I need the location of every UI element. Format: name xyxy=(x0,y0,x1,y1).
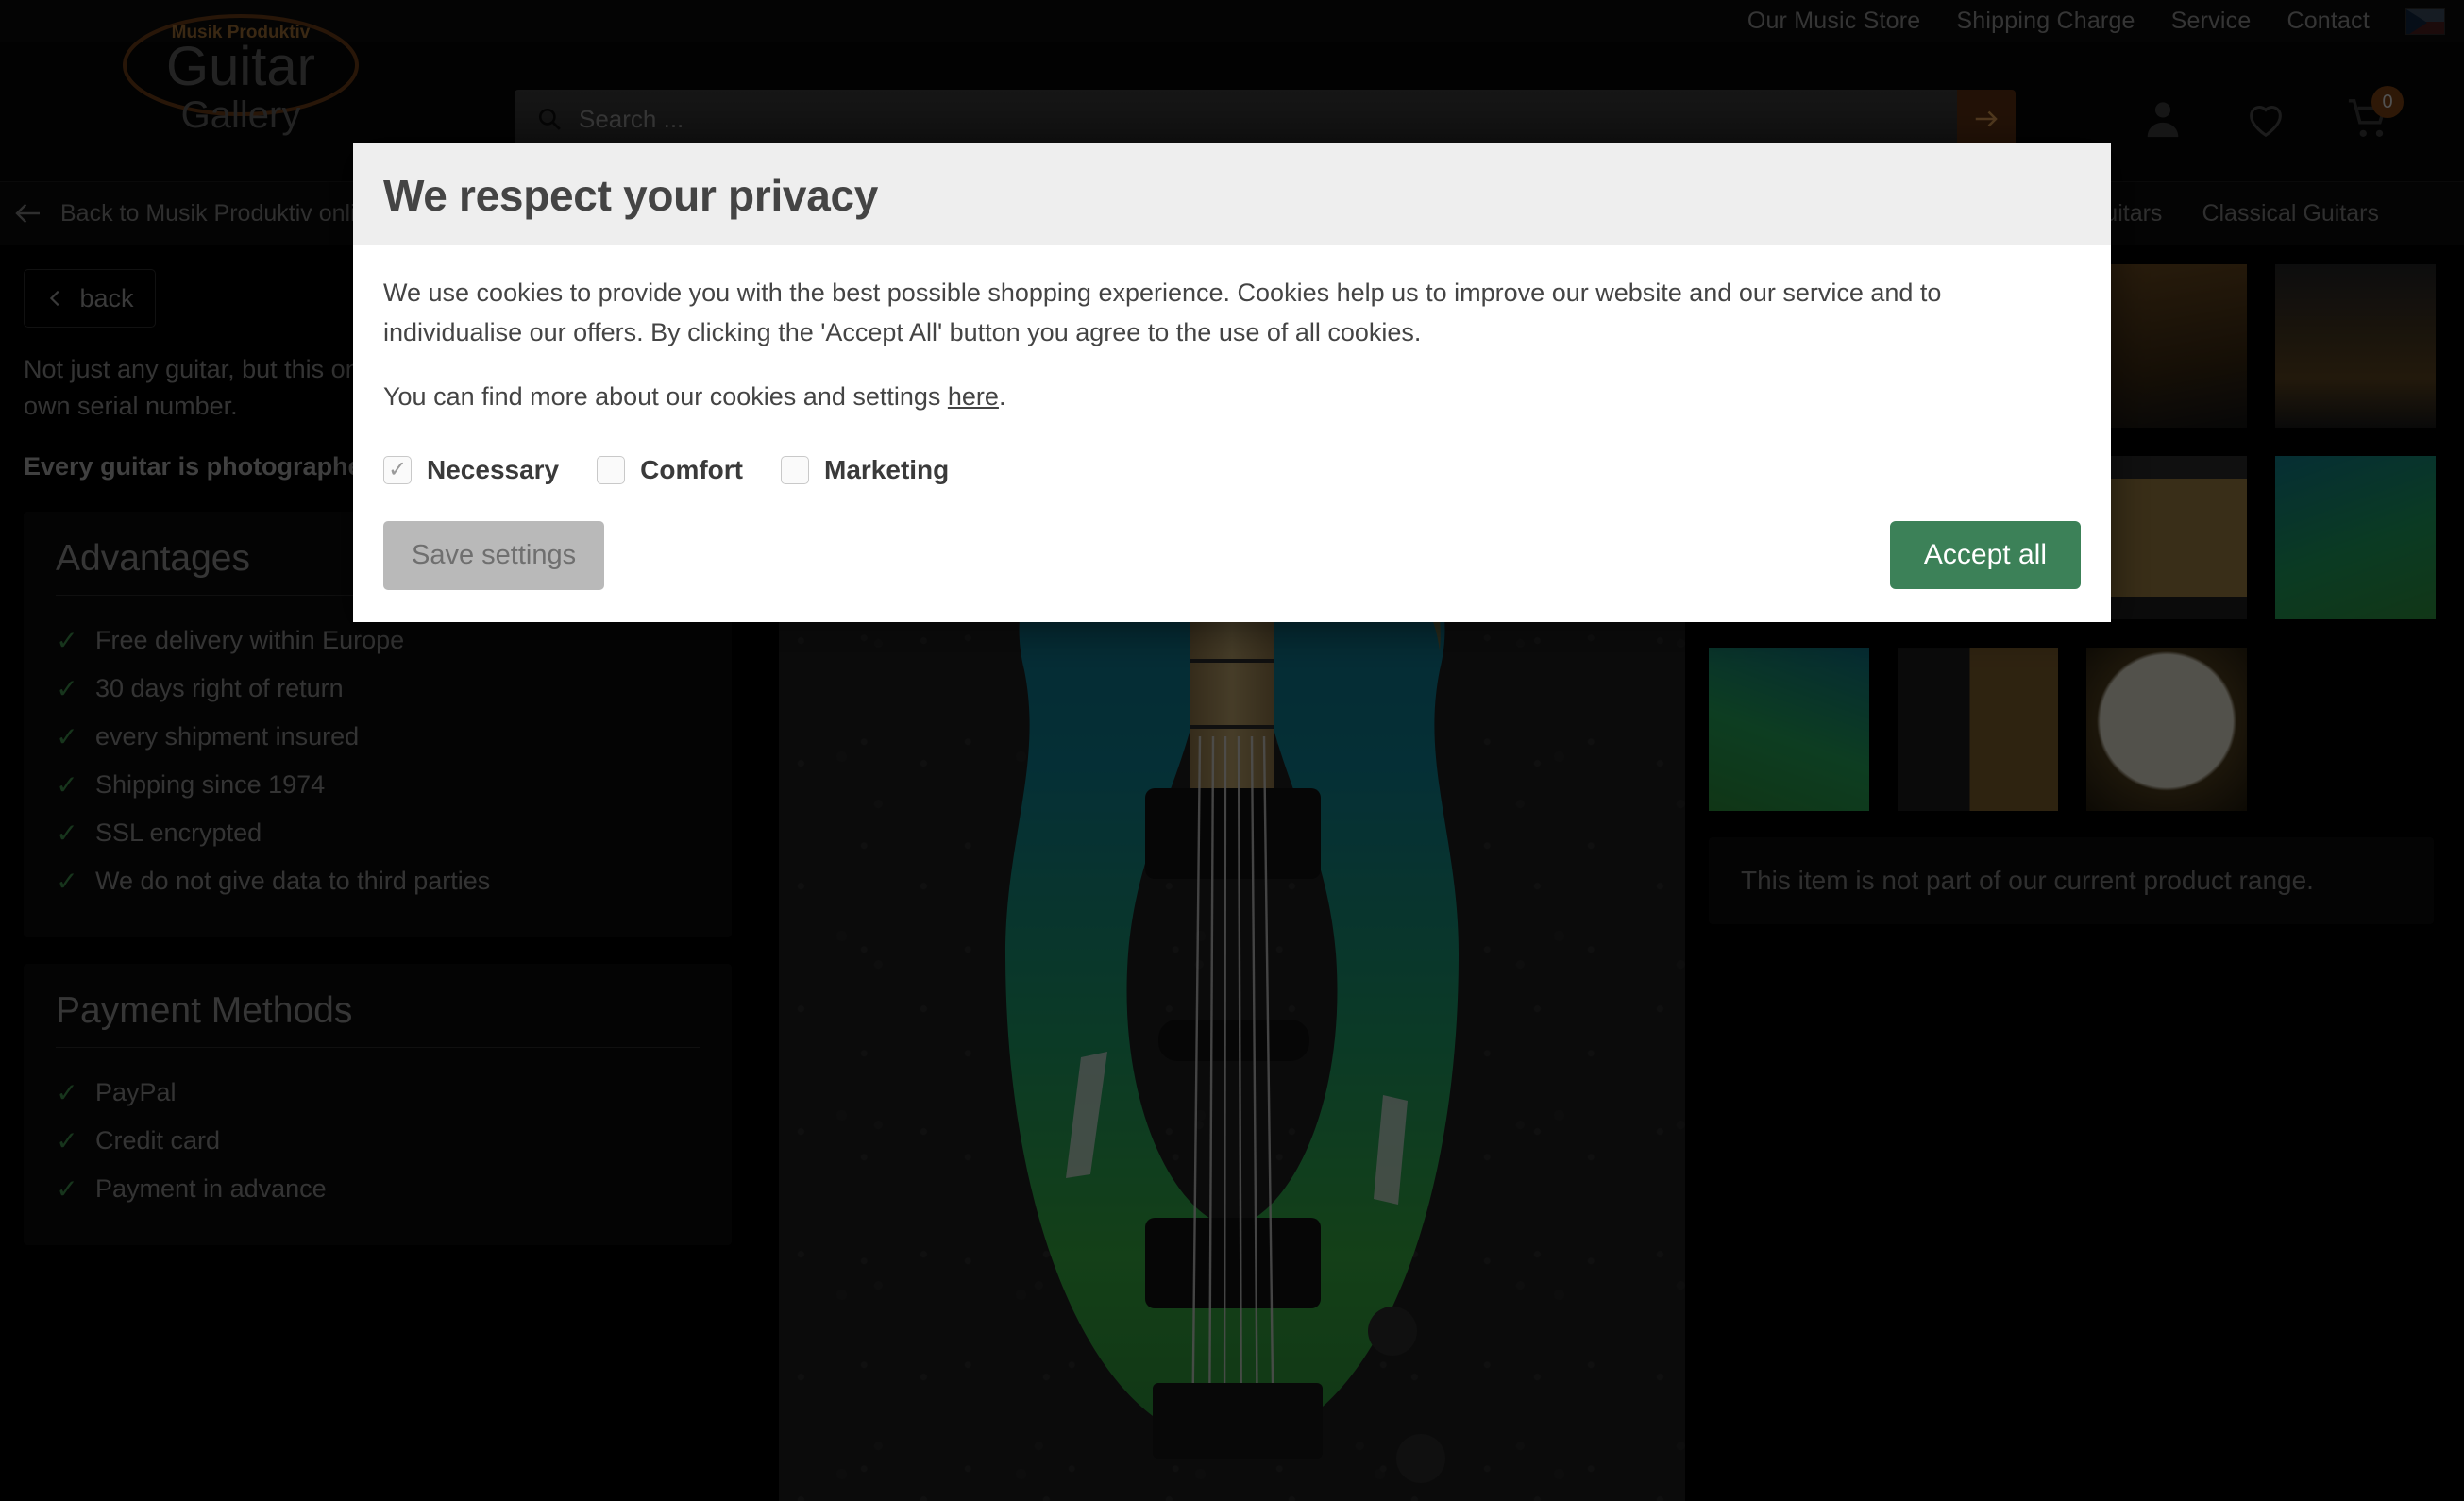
payment-methods-list: ✓ PayPal ✓ Credit card ✓ Payment in advance xyxy=(56,1069,700,1213)
svg-text:Gallery: Gallery xyxy=(181,94,301,136)
thumbnail-3[interactable] xyxy=(2275,264,2436,428)
cookie-dialog-header: We respect your privacy xyxy=(353,143,2111,245)
list-item: ✓ We do not give data to third parties xyxy=(56,857,700,905)
list-item: ✓ Payment in advance xyxy=(56,1165,700,1213)
list-item: ✓ SSL encrypted xyxy=(56,809,700,857)
tab-classical-guitars[interactable]: Classical Guitars xyxy=(2202,200,2379,228)
guitar-gallery-logo[interactable]: Musik Produktiv Guitar Gallery xyxy=(99,7,382,172)
heart-icon[interactable] xyxy=(2244,97,2287,141)
list-item: ✓ Free delivery within Europe xyxy=(56,616,700,665)
thumbnail-6[interactable] xyxy=(2275,456,2436,619)
cookie-consent-dialog: We respect your privacy We use cookies t… xyxy=(353,143,2111,622)
advantage-label: every shipment insured xyxy=(95,722,360,751)
cookie-settings-link[interactable]: here xyxy=(948,382,999,411)
user-icon[interactable] xyxy=(2141,97,2185,141)
checkbox-necessary[interactable]: ✓ xyxy=(383,455,412,484)
accept-all-button[interactable]: Accept all xyxy=(1889,521,2081,590)
cookie-category-options: ✓ Necessary Comfort Marketing xyxy=(383,455,2081,485)
chevron-left-icon xyxy=(50,290,59,307)
product-availability-notice: This item is not part of our current pro… xyxy=(1709,837,2434,924)
list-item: ✓ Shipping since 1974 xyxy=(56,761,700,809)
topbar-link-our-music-store[interactable]: Our Music Store xyxy=(1747,8,1921,35)
advantage-label: We do not give data to third parties xyxy=(95,867,491,896)
payment-label: Payment in advance xyxy=(95,1174,327,1204)
cookie-paragraph-1: We use cookies to provide you with the b… xyxy=(383,278,1942,346)
cookie-dialog-body: We use cookies to provide you with the b… xyxy=(353,245,2111,622)
advantage-label: 30 days right of return xyxy=(95,674,344,703)
check-icon: ✓ xyxy=(56,770,78,801)
cookie-paragraph-2: You can find more about our cookies and … xyxy=(383,378,2081,417)
search-input[interactable] xyxy=(579,104,1957,134)
advantage-label: Free delivery within Europe xyxy=(95,626,405,655)
check-icon: ✓ xyxy=(56,1078,78,1108)
check-icon: ✓ xyxy=(56,626,78,656)
cookie-dialog-actions: Save settings Accept all xyxy=(383,520,2081,590)
cookie-option-comfort[interactable]: Comfort xyxy=(597,455,743,485)
czech-flag-icon[interactable] xyxy=(2405,8,2445,35)
arrow-left-icon xyxy=(15,203,40,224)
cookie-paragraph-2-post: . xyxy=(998,381,1006,411)
page-root: Our Music Store Shipping Charge Service … xyxy=(0,0,2464,1501)
advantage-label: SSL encrypted xyxy=(95,818,262,848)
cookie-option-label: Marketing xyxy=(824,454,950,484)
check-icon: ✓ xyxy=(56,722,78,752)
header-icon-group: 0 xyxy=(2141,86,2404,141)
payment-methods-panel: Payment Methods ✓ PayPal ✓ Credit card ✓ Pa… xyxy=(24,964,732,1246)
cookie-paragraph-2-pre: You can find more about our cookies and … xyxy=(383,381,948,411)
search-bar xyxy=(515,90,2016,148)
list-item: ✓ 30 days right of return xyxy=(56,665,700,713)
advantage-label: Shipping since 1974 xyxy=(95,770,326,800)
cookie-option-marketing[interactable]: Marketing xyxy=(781,455,949,485)
check-icon: ✓ xyxy=(56,818,78,849)
cookie-option-necessary[interactable]: ✓ Necessary xyxy=(383,455,559,485)
search-field-wrapper[interactable] xyxy=(515,90,1957,148)
svg-text:Guitar: Guitar xyxy=(166,36,315,97)
payment-label: PayPal xyxy=(95,1078,177,1107)
checkbox-comfort[interactable] xyxy=(597,455,626,484)
thumbnail-9[interactable] xyxy=(2086,648,2247,811)
cookie-option-label: Comfort xyxy=(640,454,743,484)
payment-methods-title: Payment Methods xyxy=(56,990,700,1049)
thumbnail-7[interactable] xyxy=(1709,648,1869,811)
check-icon: ✓ xyxy=(56,1174,78,1205)
check-icon: ✓ xyxy=(56,867,78,897)
topbar-link-service[interactable]: Service xyxy=(2171,8,2252,35)
check-icon: ✓ xyxy=(56,674,78,704)
payment-label: Credit card xyxy=(95,1126,221,1155)
advantages-list: ✓ Free delivery within Europe ✓ 30 days ri… xyxy=(56,616,700,905)
cookie-option-label: Necessary xyxy=(427,454,560,484)
cart-count-badge: 0 xyxy=(2371,86,2404,118)
list-item: ✓ Credit card xyxy=(56,1117,700,1165)
list-item: ✓ every shipment insured xyxy=(56,713,700,761)
save-settings-button[interactable]: Save settings xyxy=(383,520,605,590)
back-button[interactable]: back xyxy=(24,269,156,328)
cart-icon[interactable]: 0 xyxy=(2347,86,2404,141)
topbar-link-contact[interactable]: Contact xyxy=(2287,8,2370,35)
checkbox-marketing[interactable] xyxy=(781,455,809,484)
topbar-link-shipping-charge[interactable]: Shipping Charge xyxy=(1956,8,2135,35)
back-button-label: back xyxy=(79,283,134,312)
cookie-dialog-title: We respect your privacy xyxy=(383,171,879,220)
search-submit-button[interactable] xyxy=(1957,90,2016,148)
search-icon xyxy=(537,107,562,131)
check-icon: ✓ xyxy=(56,1126,78,1156)
thumbnail-8[interactable] xyxy=(1898,648,2058,811)
list-item: ✓ PayPal xyxy=(56,1069,700,1117)
